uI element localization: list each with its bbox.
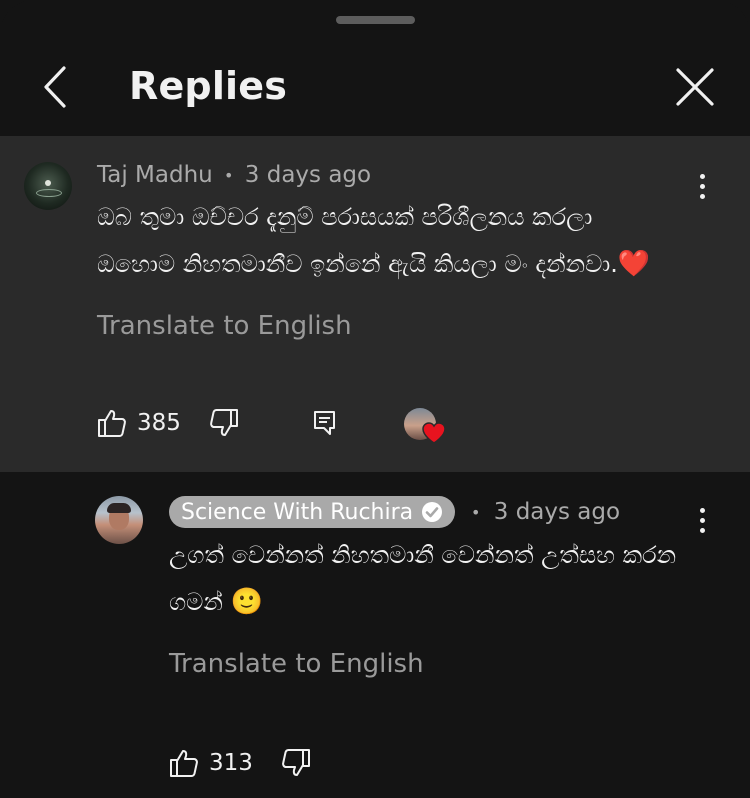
chevron-left-icon [44, 66, 66, 108]
comment-text-line: ඔබ තුමා ඔච්චර දැනුම් පරාසයක් පරිශීලනය කර… [97, 203, 593, 231]
thumbs-up-icon [170, 750, 198, 777]
comment-author[interactable]: Taj Madhu [97, 162, 213, 188]
close-button[interactable] [674, 66, 716, 108]
reply-text-line: ගමන් 🙂 [169, 587, 263, 617]
translate-button[interactable]: Translate to English [97, 311, 352, 341]
dislike-button[interactable] [281, 748, 311, 782]
comment-text: ඔබ තුමා ඔච්චර දැනුම් පරාසයක් පරිශීලනය කර… [97, 194, 697, 288]
reply-button[interactable] [313, 410, 337, 440]
avatar[interactable] [95, 496, 143, 544]
page-title: Replies [129, 64, 288, 108]
meta-separator: • [224, 166, 234, 185]
highlighted-comment: Taj Madhu • 3 days ago ඔබ තුමා ඔච්චර දැන… [0, 136, 750, 472]
meta-separator: • [471, 503, 481, 522]
like-button[interactable] [97, 408, 127, 442]
reply-actions: 313 [0, 746, 750, 782]
comment-meta: Taj Madhu • 3 days ago [97, 162, 371, 188]
drag-handle[interactable] [336, 16, 415, 24]
like-count: 313 [209, 750, 253, 776]
more-vertical-icon [699, 508, 705, 513]
reply-meta: • 3 days ago [471, 499, 620, 525]
close-icon [676, 68, 714, 106]
creator-heart-icon [404, 408, 446, 444]
thumbs-down-icon [210, 409, 238, 436]
reply-text: උගත් වෙන්නත් නිහතමානී වෙන්නත් උත්සහ කරන … [169, 532, 709, 626]
thumbs-down-icon [282, 749, 310, 776]
reply-time: 3 days ago [493, 499, 621, 525]
heart-emoji: ❤️ [617, 249, 651, 279]
reply-author: Science With Ruchira [181, 499, 414, 525]
heart-icon [422, 422, 446, 444]
reply-comment: Science With Ruchira • 3 days ago උගත් ව… [0, 472, 750, 798]
back-button[interactable] [36, 62, 76, 112]
reply-text-line: උගත් වෙන්නත් නිහතමානී වෙන්නත් උත්සහ කරන [169, 541, 677, 569]
smile-emoji: 🙂 [230, 587, 263, 617]
replies-panel: Replies Taj Madhu • 3 days ago ඔබ තුමා ඔ… [0, 0, 750, 798]
avatar[interactable] [24, 162, 72, 210]
thumbs-up-icon [98, 410, 126, 437]
translate-button[interactable]: Translate to English [169, 649, 424, 679]
more-vertical-icon [699, 174, 705, 179]
comment-time: 3 days ago [244, 162, 372, 188]
panel-header: Replies [0, 40, 750, 136]
author-badge[interactable]: Science With Ruchira [169, 496, 456, 528]
comment-actions: 385 [0, 406, 750, 444]
like-button[interactable] [169, 748, 199, 782]
comment-text-line: ඔහොම නිහතමානීව ඉන්නේ ඇයි කියලා මං දන්නවා… [97, 249, 651, 279]
like-count: 385 [137, 410, 181, 436]
comment-icon [314, 411, 335, 435]
dislike-button[interactable] [209, 408, 239, 442]
more-options-button[interactable] [696, 174, 708, 204]
avatar-image [45, 180, 51, 186]
verified-check-icon [422, 502, 443, 522]
